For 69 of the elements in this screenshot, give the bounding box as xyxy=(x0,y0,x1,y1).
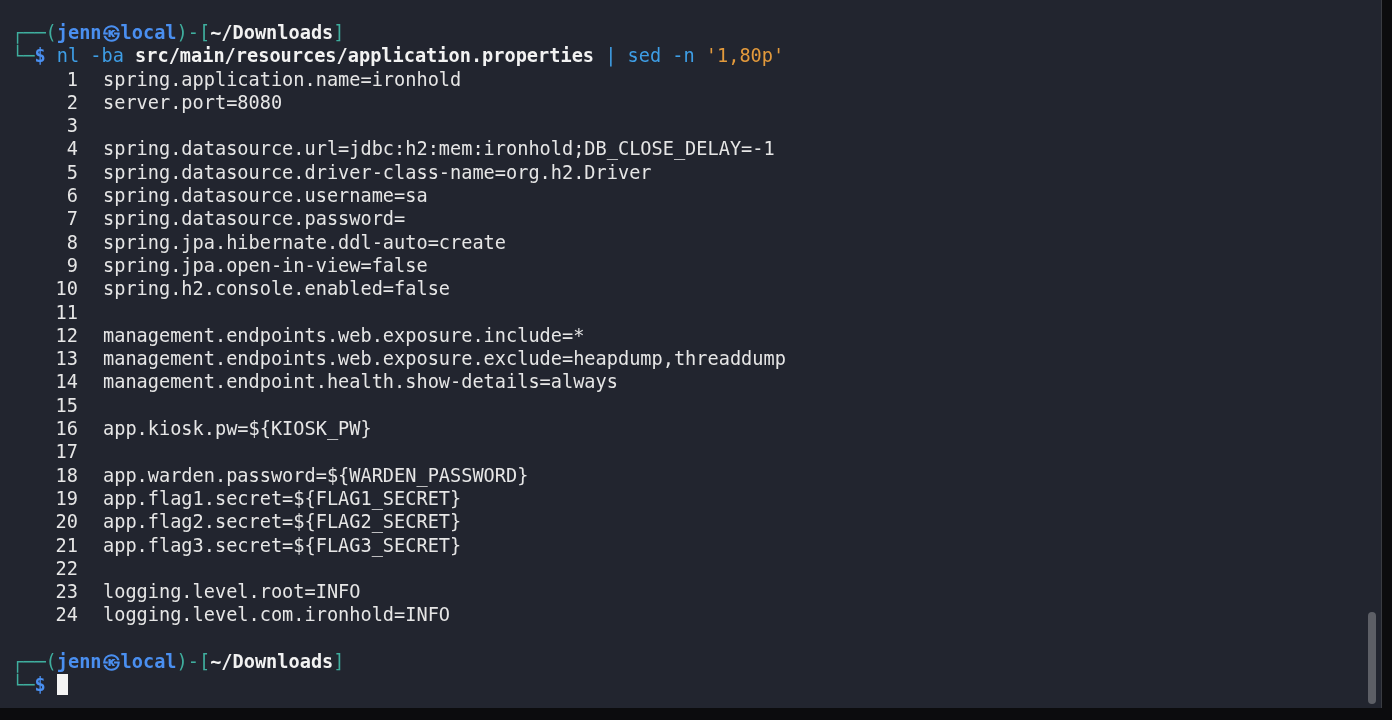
prompt-symbol: $ xyxy=(34,45,46,68)
line-number: 9 xyxy=(65,253,78,278)
line-number: 15 xyxy=(54,393,78,418)
output-line: app.flag3.secret=${FLAG3_SECRET} xyxy=(103,533,462,557)
prompt-bracket: ] xyxy=(333,21,345,45)
line-number: 22 xyxy=(54,556,78,581)
scrollbar-thumb[interactable] xyxy=(1368,612,1376,704)
prompt-separator: ㉿ xyxy=(101,650,121,674)
prompt-path: ~/Downloads xyxy=(210,21,334,45)
output-line: spring.h2.console.enabled=false xyxy=(103,277,451,301)
output-line: management.endpoints.web.exposure.include=* xyxy=(103,323,585,348)
prompt-host: local xyxy=(120,21,177,45)
output-line: logging.level.root=INFO xyxy=(103,580,361,604)
command-name: nl xyxy=(56,44,80,68)
output-line: management.endpoints.web.exposure.exclude=heapdump,threaddump xyxy=(103,347,786,371)
output-line: app.kiosk.pw=${KIOSK_PW} xyxy=(103,417,372,441)
prompt-bracket: ┌──( xyxy=(12,650,57,674)
line-number: 23 xyxy=(54,580,78,604)
output-line: app.flag2.secret=${FLAG2_SECRET} xyxy=(103,510,462,534)
output-line: spring.jpa.open-in-view=false xyxy=(103,253,428,278)
prompt-path: ~/Downloads xyxy=(210,650,334,674)
line-number: 2 xyxy=(65,90,78,115)
line-number: 11 xyxy=(54,300,78,324)
prompt-user: jenn xyxy=(56,21,102,45)
prompt-host: local xyxy=(120,650,177,674)
prompt-bracket: )-[ xyxy=(176,21,211,45)
file-path: src/main/resources/application.properties xyxy=(135,44,595,68)
line-number: 7 xyxy=(65,207,78,231)
output-line: management.endpoint.health.show-details=always xyxy=(103,370,618,394)
prompt-corner: └─ xyxy=(12,44,35,68)
line-number: 17 xyxy=(54,440,78,464)
line-number: 16 xyxy=(54,417,78,441)
prompt-user: jenn xyxy=(56,650,102,674)
line-number: 18 xyxy=(54,463,78,487)
line-number: 3 xyxy=(65,114,78,138)
prompt-symbol: $ xyxy=(34,674,46,697)
output-line: spring.datasource.username=sa xyxy=(103,184,428,208)
line-number: 6 xyxy=(65,184,78,208)
line-number: 8 xyxy=(65,230,78,254)
line-number: 19 xyxy=(54,486,78,511)
line-number: 12 xyxy=(54,323,78,348)
line-number: 10 xyxy=(54,277,78,301)
quoted-argument: '1,80p' xyxy=(705,44,785,68)
output-line: logging.level.com.ironhold=INFO xyxy=(103,603,451,627)
command-name: sed xyxy=(627,44,662,68)
prompt-bracket: ] xyxy=(333,650,345,674)
prompt-corner: └─ xyxy=(12,673,35,697)
prompt-bracket: )-[ xyxy=(176,650,211,674)
output-line: spring.datasource.url=jdbc:h2:mem:ironhold;DB_CLOSE_DELAY=-1 xyxy=(103,137,775,161)
option-text: -ba xyxy=(90,44,124,68)
line-number: 13 xyxy=(54,347,78,371)
option-text: -n xyxy=(672,44,695,68)
line-number: 14 xyxy=(54,370,78,394)
output-line: spring.datasource.password= xyxy=(103,207,406,231)
line-number: 20 xyxy=(54,510,78,534)
line-number: 21 xyxy=(54,533,78,557)
prompt-bracket: ┌──( xyxy=(12,21,57,45)
line-number: 1 xyxy=(65,67,78,91)
pipe-symbol: | xyxy=(605,44,617,68)
output-line: spring.jpa.hibernate.ddl-auto=create xyxy=(103,230,506,254)
output-line: app.warden.password=${WARDEN_PASSWORD} xyxy=(103,463,529,487)
output-line: server.port=8080 xyxy=(103,90,283,115)
output-line: app.flag1.secret=${FLAG1_SECRET} xyxy=(103,487,462,511)
output-line: spring.application.name=ironhold xyxy=(103,67,462,91)
output-line: spring.datasource.driver-class-name=org.h2.Driver xyxy=(103,160,652,185)
line-number: 24 xyxy=(54,603,78,627)
line-number: 4 xyxy=(65,137,78,161)
prompt-separator: ㉿ xyxy=(101,21,121,45)
line-number: 5 xyxy=(65,160,78,185)
